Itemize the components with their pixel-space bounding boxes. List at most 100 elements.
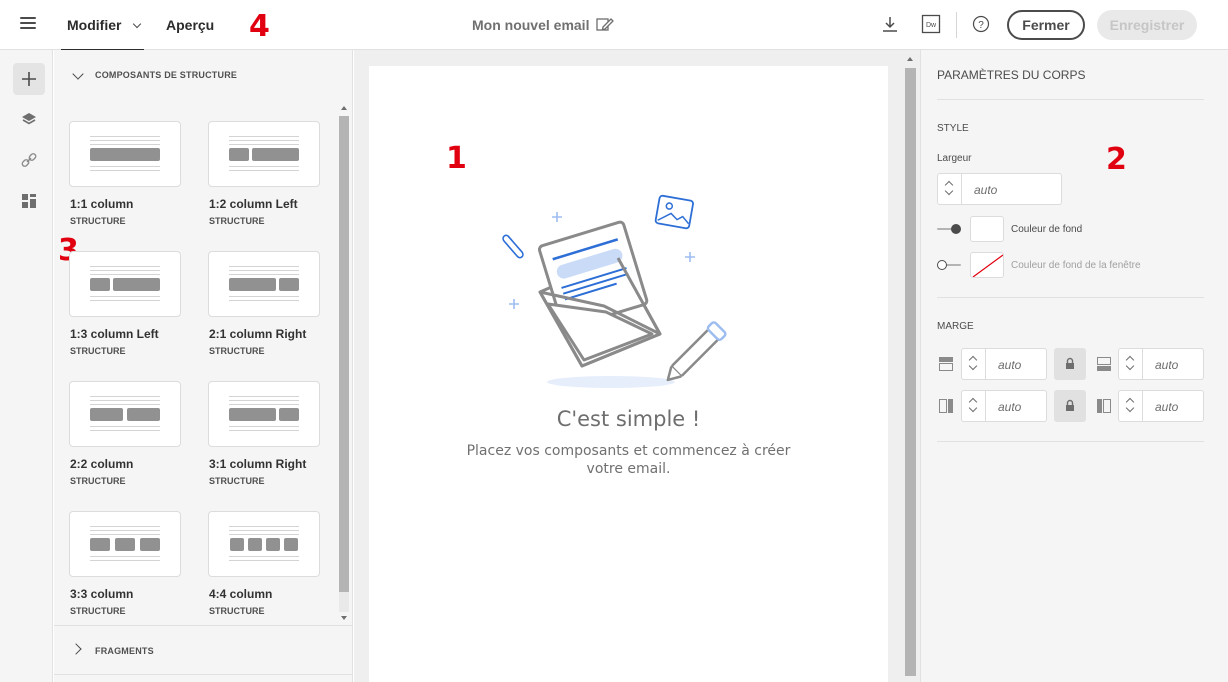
component-card[interactable]: 1:3 column Left STRUCTURE bbox=[69, 251, 181, 356]
download-icon[interactable] bbox=[880, 14, 900, 34]
divider bbox=[937, 99, 1204, 100]
margin-right-stepper[interactable] bbox=[1119, 391, 1143, 421]
scroll-down-arrow[interactable] bbox=[341, 616, 347, 620]
component-name: 4:4 column bbox=[209, 587, 273, 601]
divider bbox=[937, 297, 1204, 298]
components-scrollbar[interactable] bbox=[339, 106, 349, 620]
structure-components-title: COMPOSANTS DE STRUCTURE bbox=[95, 70, 238, 80]
lock-vertical-margins-button[interactable] bbox=[1054, 348, 1086, 380]
margin-bottom-stepper[interactable] bbox=[1119, 349, 1143, 379]
bg-color-swatch[interactable] bbox=[970, 216, 1004, 242]
email-canvas[interactable]: 1 C'est simple ! Placez vos composants e… bbox=[369, 66, 888, 682]
component-card[interactable]: 1:2 column Left STRUCTURE bbox=[208, 121, 320, 226]
component-card[interactable]: 3:1 column Right STRUCTURE bbox=[208, 381, 320, 486]
window-bg-color-swatch[interactable] bbox=[970, 252, 1004, 278]
component-card[interactable]: 1:1 column STRUCTURE bbox=[69, 121, 181, 226]
component-type: STRUCTURE bbox=[209, 606, 265, 616]
lock-horizontal-margins-button[interactable] bbox=[1054, 390, 1086, 422]
component-name: 2:1 column Right bbox=[209, 327, 307, 341]
bg-color-toggle[interactable] bbox=[937, 224, 961, 234]
margin-right-value: auto bbox=[1155, 400, 1179, 414]
fragments-icon bbox=[22, 194, 36, 208]
tab-apercu[interactable]: Aperçu bbox=[166, 0, 214, 50]
component-type: STRUCTURE bbox=[70, 346, 126, 356]
edit-icon[interactable] bbox=[596, 16, 614, 34]
component-card[interactable]: 2:1 column Right STRUCTURE bbox=[208, 251, 320, 356]
component-name: 3:3 column bbox=[70, 587, 134, 601]
fragments-section-header[interactable]: FRAGMENTS bbox=[54, 625, 352, 675]
dreamweaver-icon[interactable]: Dw bbox=[921, 14, 941, 34]
margin-bottom-icon bbox=[1097, 357, 1111, 371]
callout-marker-4: 4 bbox=[249, 9, 270, 44]
component-thumbnail bbox=[208, 511, 320, 577]
close-button[interactable]: Fermer bbox=[1007, 10, 1085, 40]
scroll-up-arrow[interactable] bbox=[341, 106, 347, 110]
links-button[interactable] bbox=[13, 144, 45, 176]
width-field[interactable]: auto bbox=[937, 173, 1062, 205]
components-panel: COMPOSANTS DE STRUCTURE 3 1:1 column STR… bbox=[54, 50, 353, 682]
margin-bottom-value: auto bbox=[1155, 358, 1179, 372]
lock-icon bbox=[1066, 357, 1074, 369]
toolbar-divider bbox=[956, 12, 957, 38]
chevron-right-icon bbox=[70, 643, 82, 655]
fragments-rail-button[interactable] bbox=[13, 185, 45, 217]
canvas-scrollbar[interactable] bbox=[904, 56, 916, 678]
empty-state-title: C'est simple ! bbox=[556, 407, 701, 431]
component-name: 1:2 column Left bbox=[209, 197, 298, 211]
scrollbar-thumb[interactable] bbox=[905, 68, 916, 676]
margin-left-value: auto bbox=[998, 400, 1022, 414]
left-tool-rail bbox=[0, 50, 53, 682]
chevron-down-icon bbox=[72, 68, 84, 80]
svg-text:Dw: Dw bbox=[926, 22, 937, 29]
body-settings-title: PARAMÈTRES DU CORPS bbox=[937, 68, 1086, 82]
margin-top-icon bbox=[939, 357, 953, 371]
margin-left-icon bbox=[939, 399, 953, 413]
svg-text:?: ? bbox=[978, 20, 984, 31]
scrollbar-thumb[interactable] bbox=[339, 116, 349, 592]
component-thumbnail bbox=[208, 251, 320, 317]
layers-icon bbox=[22, 113, 36, 125]
margin-top-field[interactable]: auto bbox=[961, 348, 1047, 380]
top-bar: Modifier Aperçu 4 Mon nouvel email Dw ? … bbox=[0, 0, 1228, 51]
component-card[interactable]: 3:3 column STRUCTURE bbox=[69, 511, 181, 616]
component-name: 2:2 column bbox=[70, 457, 134, 471]
empty-state-description: Placez vos composants et commencez à cré… bbox=[466, 443, 791, 477]
divider bbox=[937, 441, 1204, 442]
component-type: STRUCTURE bbox=[209, 346, 265, 356]
empty-mail-illustration bbox=[502, 194, 727, 388]
margin-left-stepper[interactable] bbox=[962, 391, 986, 421]
component-type: STRUCTURE bbox=[209, 476, 265, 486]
bg-color-label: Couleur de fond bbox=[1011, 224, 1083, 235]
component-card[interactable]: 2:2 column STRUCTURE bbox=[69, 381, 181, 486]
width-stepper[interactable] bbox=[938, 174, 962, 204]
structure-components-header[interactable]: COMPOSANTS DE STRUCTURE bbox=[54, 50, 352, 100]
add-icon bbox=[22, 72, 36, 86]
margin-section-title: MARGE bbox=[937, 321, 974, 332]
tab-modifier[interactable]: Modifier bbox=[61, 0, 144, 51]
scroll-up-arrow[interactable] bbox=[907, 57, 913, 61]
add-components-button[interactable] bbox=[13, 63, 45, 95]
component-type: STRUCTURE bbox=[70, 216, 126, 226]
margin-right-field[interactable]: auto bbox=[1118, 390, 1204, 422]
navigation-tree-button[interactable] bbox=[13, 103, 45, 135]
window-bg-color-label: Couleur de fond de la fenêtre bbox=[1011, 260, 1141, 271]
component-type: STRUCTURE bbox=[209, 216, 265, 226]
component-card[interactable]: 4:4 column STRUCTURE bbox=[208, 511, 320, 616]
email-canvas-area: 1 C'est simple ! Placez vos composants e… bbox=[354, 50, 920, 682]
save-button[interactable]: Enregistrer bbox=[1097, 10, 1197, 40]
style-section-title: STYLE bbox=[937, 123, 969, 134]
window-bg-color-toggle[interactable] bbox=[937, 260, 961, 270]
body-settings-panel: PARAMÈTRES DU CORPS STYLE 2 Largeur auto… bbox=[920, 50, 1228, 682]
menu-icon[interactable] bbox=[20, 17, 36, 31]
width-label: Largeur bbox=[937, 153, 972, 164]
margin-bottom-field[interactable]: auto bbox=[1118, 348, 1204, 380]
help-icon[interactable]: ? bbox=[971, 14, 991, 34]
chevron-down-icon[interactable] bbox=[132, 19, 142, 29]
margin-left-field[interactable]: auto bbox=[961, 390, 1047, 422]
margin-top-value: auto bbox=[998, 358, 1022, 372]
link-icon bbox=[21, 153, 37, 167]
lock-icon bbox=[1066, 399, 1074, 411]
component-type: STRUCTURE bbox=[70, 476, 126, 486]
margin-top-stepper[interactable] bbox=[962, 349, 986, 379]
width-value: auto bbox=[974, 183, 998, 197]
